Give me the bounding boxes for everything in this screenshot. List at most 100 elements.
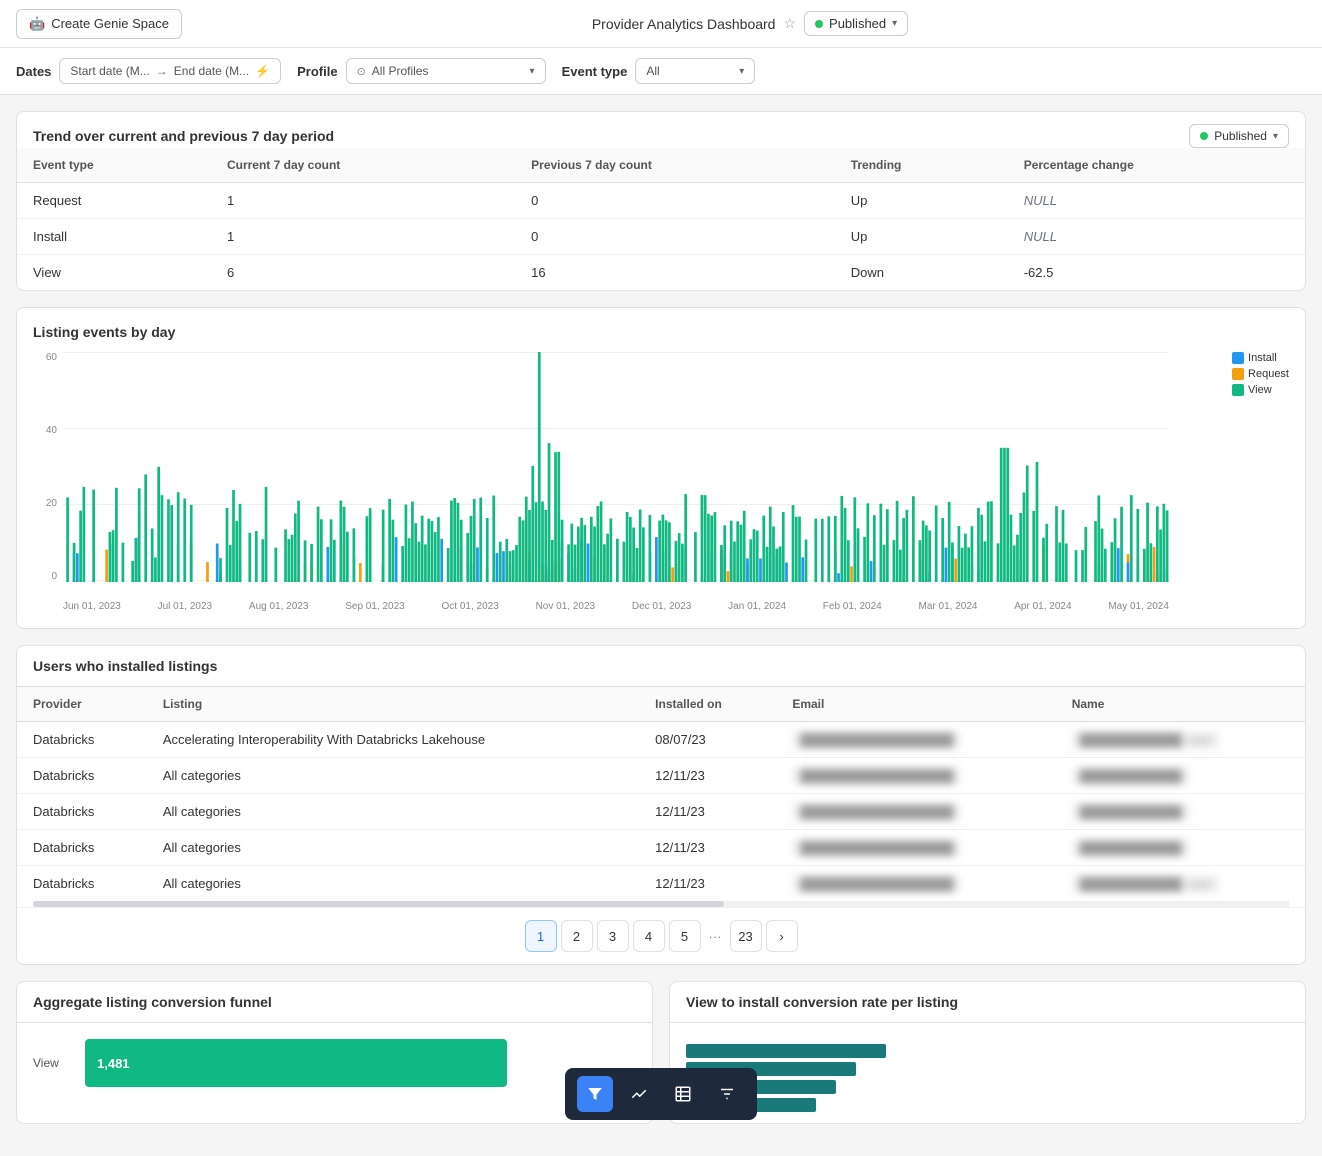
- col-installed-on: Installed on: [639, 687, 776, 722]
- installs-header-row: Provider Listing Installed on Email Name: [17, 687, 1305, 722]
- filter-toolbar-button[interactable]: [577, 1076, 613, 1112]
- x-axis: Jun 01, 2023 Jul 01, 2023 Aug 01, 2023 S…: [63, 601, 1169, 612]
- installs-card-header: Users who installed listings: [17, 646, 1305, 687]
- event-type-chevron-icon: ▾: [739, 66, 744, 77]
- trend-title: Trend over current and previous 7 day pe…: [33, 128, 334, 144]
- name-cell: ████████████: [1056, 794, 1305, 830]
- trending-cell: Down: [835, 255, 1008, 291]
- bolt-icon: ⚡: [255, 64, 270, 78]
- date-range-picker[interactable]: Start date (M... → End date (M... ⚡: [59, 58, 281, 84]
- funnel-card: Aggregate listing conversion funnel View…: [16, 981, 653, 1124]
- start-date-text: Start date (M...: [70, 64, 149, 78]
- trend-published-dropdown[interactable]: Published ▾: [1189, 124, 1289, 148]
- email-cell: ██████████████████: [776, 830, 1055, 866]
- bars-container: [63, 352, 1169, 582]
- filter-toolbar-icon: [586, 1085, 604, 1103]
- col-pct-change: Percentage change: [1008, 148, 1305, 183]
- previous-count-cell: 0: [515, 219, 835, 255]
- arrow-right-icon: →: [156, 64, 168, 78]
- pct-change-cell: NULL: [1008, 219, 1305, 255]
- page-3-button[interactable]: 3: [597, 920, 629, 952]
- provider-cell: Databricks: [17, 830, 147, 866]
- event-type-select[interactable]: All ▾: [635, 58, 755, 84]
- event-type-filter-group: Event type All ▾: [562, 58, 756, 84]
- chart-container: Listing events by day Install Request Vi…: [17, 308, 1305, 628]
- email-cell: ██████████████████: [776, 866, 1055, 902]
- trend-table-header-row: Event type Current 7 day count Previous …: [17, 148, 1305, 183]
- chart-legend: Install Request View: [1232, 352, 1289, 396]
- chart-title: Listing events by day: [33, 324, 1289, 340]
- published-label: Published: [829, 16, 886, 31]
- col-listing: Listing: [147, 687, 639, 722]
- create-genie-button[interactable]: 🤖 Create Genie Space: [16, 9, 182, 39]
- installs-table-wrapper: Provider Listing Installed on Email Name…: [17, 687, 1305, 901]
- provider-cell: Databricks: [17, 758, 147, 794]
- conversion-chart-area: [670, 1023, 1305, 1123]
- app-header: 🤖 Create Genie Space Provider Analytics …: [0, 0, 1322, 48]
- profile-chevron-icon: ▾: [530, 66, 535, 77]
- listing-cell: Accelerating Interoperability With Datab…: [147, 722, 639, 758]
- legend-install: Install: [1232, 352, 1289, 364]
- funnel-view-row: View 1,481: [33, 1039, 636, 1087]
- filter-alt-toolbar-button[interactable]: [709, 1076, 745, 1112]
- page-1-button[interactable]: 1: [525, 920, 557, 952]
- page-dots: ···: [705, 929, 726, 944]
- trend-card-header: Trend over current and previous 7 day pe…: [17, 112, 1305, 148]
- event-type-label: Event type: [562, 64, 628, 79]
- pct-change-cell: NULL: [1008, 183, 1305, 219]
- legend-request: Request: [1232, 368, 1289, 380]
- funnel-view-label: View: [33, 1056, 73, 1070]
- list-item: Databricks All categories 12/11/23 █████…: [17, 758, 1305, 794]
- installs-table: Provider Listing Installed on Email Name…: [17, 687, 1305, 901]
- chevron-down-icon: ▾: [892, 18, 897, 29]
- request-color: [1232, 368, 1244, 380]
- y-axis: 60 40 20 0: [33, 352, 57, 582]
- col-email: Email: [776, 687, 1055, 722]
- page-23-button[interactable]: 23: [730, 920, 762, 952]
- col-current-7day: Current 7 day count: [211, 148, 515, 183]
- page-4-button[interactable]: 4: [633, 920, 665, 952]
- next-page-button[interactable]: ›: [766, 920, 798, 952]
- install-color: [1232, 352, 1244, 364]
- main-content: Trend over current and previous 7 day pe…: [0, 95, 1322, 1156]
- genie-icon: 🤖: [29, 16, 45, 32]
- funnel-container: View 1,481: [17, 1023, 652, 1111]
- trend-table: Event type Current 7 day count Previous …: [17, 148, 1305, 290]
- page-5-button[interactable]: 5: [669, 920, 701, 952]
- profile-circle-icon: ⊙: [357, 65, 366, 78]
- current-count-cell: 1: [211, 183, 515, 219]
- table-icon: [674, 1085, 692, 1103]
- profile-label: Profile: [297, 64, 337, 79]
- provider-cell: Databricks: [17, 866, 147, 902]
- legend-view-label: View: [1248, 384, 1272, 396]
- table-toolbar-button[interactable]: [665, 1076, 701, 1112]
- listing-cell: All categories: [147, 758, 639, 794]
- pct-change-cell: -62.5: [1008, 255, 1305, 291]
- profile-select[interactable]: ⊙ All Profiles ▾: [346, 58, 546, 84]
- page-2-button[interactable]: 2: [561, 920, 593, 952]
- name-cell: ████████████: [1056, 830, 1305, 866]
- trending-cell: Up: [835, 183, 1008, 219]
- published-status-button[interactable]: Published ▾: [804, 11, 908, 36]
- profile-value: All Profiles: [372, 64, 429, 78]
- name-cell: ████████████ .com: [1056, 866, 1305, 902]
- conversion-title: View to install conversion rate per list…: [686, 994, 958, 1010]
- dates-filter-group: Dates Start date (M... → End date (M... …: [16, 58, 281, 84]
- header-title-area: Provider Analytics Dashboard ☆ Published…: [194, 11, 1306, 36]
- current-count-cell: 1: [211, 219, 515, 255]
- previous-count-cell: 0: [515, 183, 835, 219]
- conversion-chart-svg: [686, 1039, 1289, 1119]
- chart-toolbar-button[interactable]: [621, 1076, 657, 1112]
- legend-view: View: [1232, 384, 1289, 396]
- col-previous-7day: Previous 7 day count: [515, 148, 835, 183]
- funnel-view-bar: 1,481: [85, 1039, 507, 1087]
- dashboard-title: Provider Analytics Dashboard: [592, 16, 776, 32]
- list-item: Databricks All categories 12/11/23 █████…: [17, 866, 1305, 902]
- trend-status-dot: [1200, 132, 1208, 140]
- star-icon[interactable]: ☆: [783, 15, 796, 32]
- col-name: Name: [1056, 687, 1305, 722]
- installs-card: Users who installed listings Provider Li…: [16, 645, 1306, 965]
- conversion-card-header: View to install conversion rate per list…: [670, 982, 1305, 1023]
- installed-on-cell: 12/11/23: [639, 758, 776, 794]
- filter-bar: Dates Start date (M... → End date (M... …: [0, 48, 1322, 95]
